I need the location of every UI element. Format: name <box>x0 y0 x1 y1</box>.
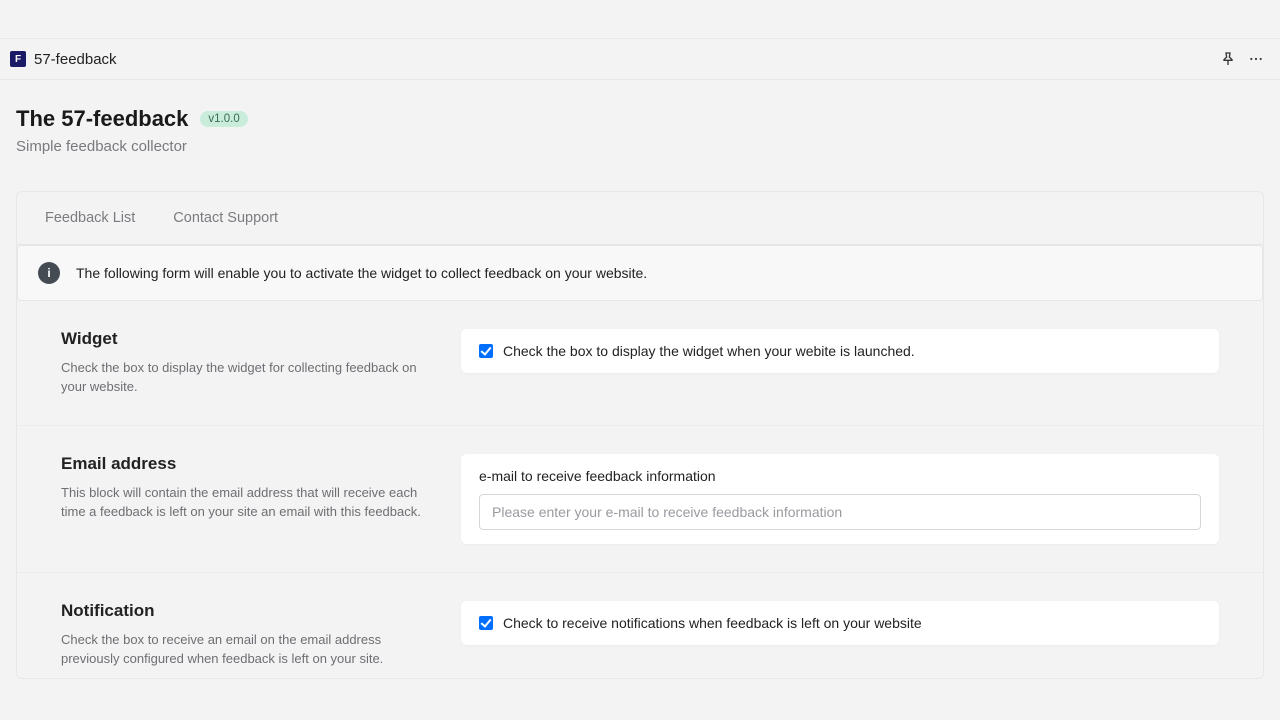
widget-checkbox-row[interactable]: Check the box to display the widget when… <box>479 343 1201 359</box>
notification-checkbox-label: Check to receive notifications when feed… <box>503 615 922 631</box>
notification-checkbox[interactable] <box>479 616 493 630</box>
email-field-label: e-mail to receive feedback information <box>479 468 1201 484</box>
section-notification: Notification Check the box to receive an… <box>17 573 1263 679</box>
notification-title: Notification <box>61 601 421 621</box>
tabs: Feedback List Contact Support <box>17 192 1263 245</box>
notification-checkbox-row[interactable]: Check to receive notifications when feed… <box>479 615 1201 631</box>
page-title: The 57-feedback <box>16 106 188 132</box>
widget-checkbox-label: Check the box to display the widget when… <box>503 343 915 359</box>
version-badge: v1.0.0 <box>200 111 247 127</box>
email-desc: This block will contain the email addres… <box>61 484 421 522</box>
more-icon <box>1248 51 1264 67</box>
tab-feedback-list[interactable]: Feedback List <box>45 210 135 226</box>
top-spacer <box>0 0 1280 38</box>
more-button[interactable] <box>1242 45 1270 73</box>
header-title: 57-feedback <box>34 51 117 68</box>
settings-card: Feedback List Contact Support i The foll… <box>16 191 1264 679</box>
info-text: The following form will enable you to ac… <box>76 265 647 281</box>
email-title: Email address <box>61 454 421 474</box>
widget-panel: Check the box to display the widget when… <box>461 329 1219 373</box>
content-area: The 57-feedback v1.0.0 Simple feedback c… <box>0 80 1280 720</box>
widget-checkbox[interactable] <box>479 344 493 358</box>
widget-desc: Check the box to display the widget for … <box>61 359 421 397</box>
email-panel: e-mail to receive feedback information <box>461 454 1219 544</box>
pin-button[interactable] <box>1214 45 1242 73</box>
page-subtitle: Simple feedback collector <box>16 138 1264 155</box>
section-email: Email address This block will contain th… <box>17 426 1263 573</box>
pin-icon <box>1220 51 1236 67</box>
email-input[interactable] <box>479 494 1201 530</box>
info-banner: i The following form will enable you to … <box>17 245 1263 301</box>
window-header: F 57-feedback <box>0 38 1280 80</box>
tab-contact-support[interactable]: Contact Support <box>173 210 278 226</box>
widget-title: Widget <box>61 329 421 349</box>
section-widget: Widget Check the box to display the widg… <box>17 301 1263 426</box>
notification-desc: Check the box to receive an email on the… <box>61 631 421 669</box>
info-icon: i <box>38 262 60 284</box>
notification-panel: Check to receive notifications when feed… <box>461 601 1219 645</box>
app-icon: F <box>10 51 26 67</box>
